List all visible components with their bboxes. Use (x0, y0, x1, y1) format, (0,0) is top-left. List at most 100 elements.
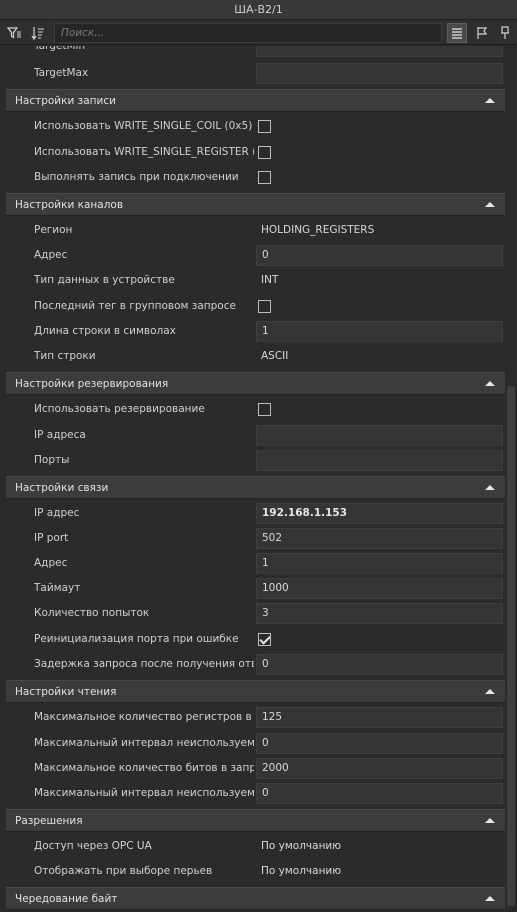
property-row: Максимальное количество регистров в за..… (6, 705, 505, 730)
section-write-settings[interactable]: Настройки записи (6, 89, 505, 112)
chevron-up-icon[interactable] (485, 689, 495, 694)
property-label: TargetMax (34, 67, 89, 79)
timeout-field[interactable]: 1000 (256, 578, 503, 599)
property-label: Тип строки (34, 350, 96, 362)
flag-icon[interactable] (472, 23, 492, 43)
max-registers-field[interactable]: 125 (256, 707, 503, 728)
property-row: Доступ через OPC UA По умолчанию (6, 834, 505, 859)
property-row: Последний тег в групповом запросе (6, 294, 505, 319)
property-row: TargetMin (6, 46, 505, 59)
property-label: Реинициализация порта при ошибке (34, 633, 239, 645)
property-label: Таймаут (34, 582, 81, 594)
property-row: Порты (6, 448, 505, 473)
last-tag-checkbox[interactable] (258, 300, 271, 313)
property-row: Регион HOLDING_REGISTERS (6, 218, 505, 243)
section-reserve-settings[interactable]: Настройки резервирования (6, 372, 505, 395)
filter-icon[interactable] (4, 23, 24, 43)
property-label: Порты (34, 454, 70, 466)
channel-address-field[interactable]: 0 (256, 245, 503, 266)
section-title: Настройки записи (15, 95, 116, 107)
section-byte-order[interactable]: Чередование байт (6, 887, 505, 910)
scrollbar-thumb[interactable] (507, 386, 515, 906)
reinit-port-checkbox[interactable] (258, 633, 271, 646)
property-label: Использовать WRITE_SINGLE_REGISTER (0x6) (34, 146, 254, 158)
section-permissions[interactable]: Разрешения (6, 809, 505, 832)
property-label: IP адреса (34, 429, 86, 441)
write-single-coil-checkbox[interactable] (258, 120, 271, 133)
property-label: IP port (34, 532, 69, 544)
chevron-up-icon[interactable] (485, 485, 495, 490)
window-title: ША-В2/1 (0, 0, 517, 20)
max-register-gap-field[interactable]: 0 (256, 733, 503, 754)
property-row: TargetMax (6, 61, 505, 86)
target-max-field[interactable] (256, 63, 503, 84)
ip-port-field[interactable]: 502 (256, 528, 503, 549)
section-read-settings[interactable]: Настройки чтения (6, 680, 505, 703)
property-label: Доступ через OPC UA (34, 840, 152, 852)
pin-icon[interactable] (495, 23, 515, 43)
reserve-ports-field[interactable] (256, 450, 503, 471)
property-row: Адрес 0 (6, 243, 505, 268)
property-row: Адрес 1 (6, 551, 505, 576)
vertical-scrollbar[interactable] (505, 46, 517, 912)
section-title: Разрешения (15, 815, 83, 827)
data-type-value[interactable]: INT (256, 270, 503, 291)
property-row: Реинициализация порта при ошибке (6, 627, 505, 652)
property-label: Адрес (34, 557, 68, 569)
property-row: IP адрес 192.168.1.153 (6, 501, 505, 526)
section-title: Настройки каналов (15, 199, 124, 211)
search-input[interactable]: Поиск... (54, 23, 442, 43)
section-title: Настройки связи (15, 482, 109, 494)
section-title: Настройки чтения (15, 686, 117, 698)
chevron-up-icon[interactable] (485, 818, 495, 823)
property-label: Длина строки в символах (34, 325, 176, 337)
property-row: Задержка запроса после получения ответа … (6, 652, 505, 677)
response-delay-field[interactable]: 0 (256, 654, 503, 675)
property-label: Задержка запроса после получения ответа (34, 658, 254, 670)
list-view-icon[interactable] (447, 23, 467, 43)
string-length-field[interactable]: 1 (256, 321, 503, 342)
max-bit-gap-field[interactable]: 0 (256, 783, 503, 804)
property-label: Количество попыток (34, 607, 150, 619)
property-row: Максимальный интервал неиспользуемы... 0 (6, 781, 505, 806)
property-row: Количество попыток 3 (6, 601, 505, 626)
property-row: Использовать WRITE_SINGLE_COIL (0x5) (6, 114, 505, 139)
target-min-field[interactable] (256, 46, 503, 57)
property-row: Отображать при выборе перьев По умолчани… (6, 859, 505, 884)
section-comm-settings[interactable]: Настройки связи (6, 476, 505, 499)
property-label: Максимальное количество регистров в за..… (34, 711, 254, 723)
property-label: Регион (34, 224, 73, 236)
property-label: Максимальный интервал неиспользуемы... (34, 737, 254, 749)
section-channel-settings[interactable]: Настройки каналов (6, 193, 505, 216)
write-on-connect-checkbox[interactable] (258, 171, 271, 184)
use-reserve-checkbox[interactable] (258, 403, 271, 416)
chevron-up-icon[interactable] (485, 98, 495, 103)
property-row: Длина строки в символах 1 (6, 319, 505, 344)
device-address-field[interactable]: 1 (256, 553, 503, 574)
section-title: Чередование байт (15, 893, 118, 905)
property-label: Максимальное количество битов в запро... (34, 762, 254, 774)
chevron-up-icon[interactable] (485, 381, 495, 386)
max-bits-field[interactable]: 2000 (256, 758, 503, 779)
reserve-ip-field[interactable] (256, 425, 503, 446)
property-label: TargetMin (34, 46, 86, 52)
property-label: Максимальный интервал неиспользуемы... (34, 787, 254, 799)
property-grid: TargetMin TargetMax Настройки записи Исп… (0, 46, 505, 912)
property-row: Тип строки ASCII (6, 344, 505, 369)
chevron-up-icon[interactable] (485, 896, 495, 901)
property-row: IP адреса (6, 423, 505, 448)
ip-address-field[interactable]: 192.168.1.153 (256, 503, 503, 524)
chevron-up-icon[interactable] (485, 202, 495, 207)
attempts-field[interactable]: 3 (256, 603, 503, 624)
string-type-value[interactable]: ASCII (256, 346, 503, 367)
write-single-register-checkbox[interactable] (258, 146, 271, 159)
sort-icon[interactable] (28, 23, 48, 43)
opcua-access-value[interactable]: По умолчанию (256, 836, 503, 857)
property-label: Адрес (34, 249, 68, 261)
property-label: Использовать WRITE_SINGLE_COIL (0x5) (34, 120, 253, 132)
property-row: Использовать резервирование (6, 397, 505, 422)
property-row: Выполнять запись при подключении (6, 165, 505, 190)
region-value[interactable]: HOLDING_REGISTERS (256, 220, 503, 241)
pens-display-value[interactable]: По умолчанию (256, 861, 503, 882)
toolbar: Поиск... (0, 21, 517, 45)
